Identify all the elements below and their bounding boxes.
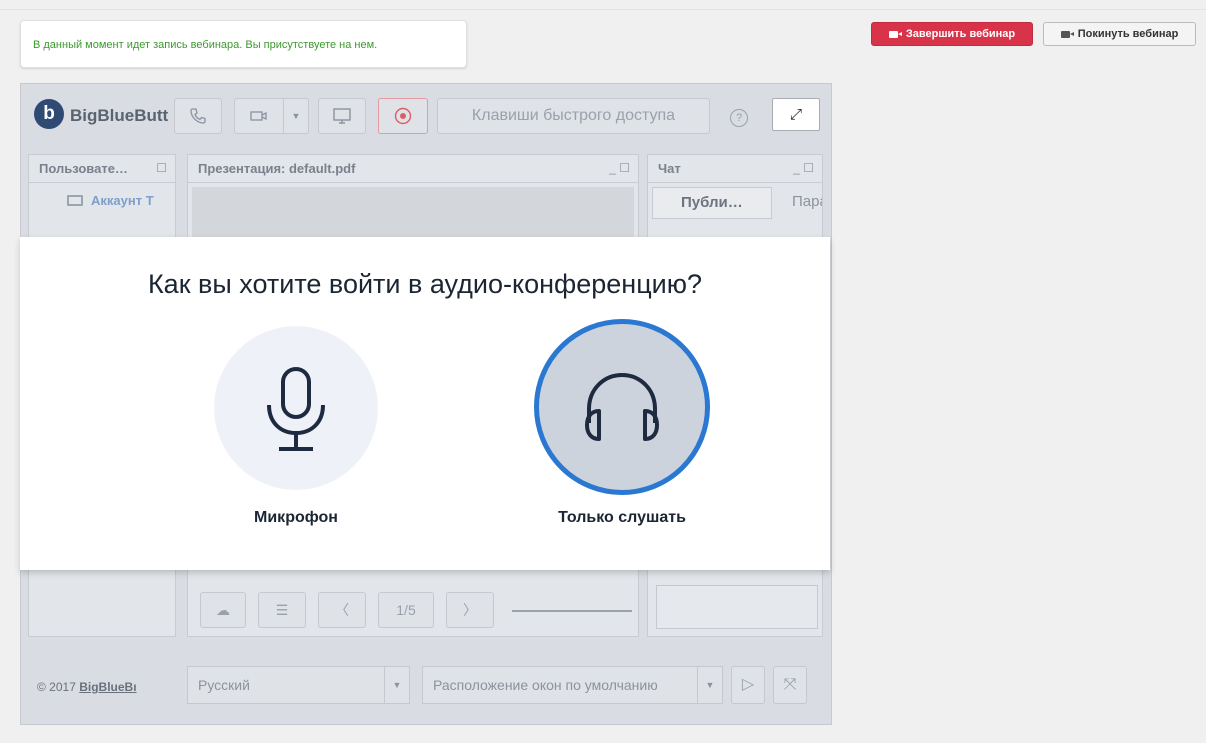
window-controls-icon[interactable]: _ ☐ bbox=[609, 155, 630, 182]
users-panel-header: Пользовате… ☐ bbox=[29, 155, 175, 183]
recording-notice: В данный момент идет запись вебинара. Вы… bbox=[20, 20, 467, 68]
chat-tabs: Публи… Пара bbox=[652, 187, 822, 219]
next-slide-button[interactable]: 〉 bbox=[446, 592, 494, 628]
audio-join-modal: Как вы хотите войти в аудио-конференцию?… bbox=[20, 237, 830, 570]
presentation-title: Презентация: default.pdf bbox=[198, 161, 356, 176]
window-controls-icon[interactable]: ☐ bbox=[156, 155, 167, 182]
user-name: Аккаунт Т bbox=[91, 193, 154, 208]
tab-public-chat[interactable]: Публи… bbox=[652, 187, 772, 219]
send-icon: ▷ bbox=[741, 676, 755, 693]
leave-webinar-label: Покинуть вебинар bbox=[1077, 28, 1179, 40]
chat-title: Чат bbox=[658, 161, 681, 176]
zoom-slider[interactable] bbox=[512, 610, 632, 612]
camera-icon bbox=[888, 30, 902, 38]
layout-select[interactable]: Расположение окон по умолчанию bbox=[422, 666, 698, 704]
chevron-down-icon[interactable]: ▼ bbox=[384, 666, 410, 704]
previous-slide-button[interactable]: 〈 bbox=[318, 592, 366, 628]
chevron-right-icon: 〉 bbox=[463, 602, 477, 618]
screen-share-icon bbox=[333, 108, 351, 124]
listen-only-option-button[interactable] bbox=[534, 319, 710, 495]
user-list-item[interactable]: Аккаунт Т bbox=[67, 193, 154, 208]
leave-webinar-button[interactable]: Покинуть вебинар bbox=[1043, 22, 1196, 46]
phone-icon bbox=[190, 108, 206, 124]
language-select[interactable]: Русский bbox=[187, 666, 385, 704]
dropdown-icon: ▼ bbox=[291, 111, 301, 121]
upload-icon: ☁ bbox=[216, 601, 230, 618]
chat-panel-header: Чат _ ☐ bbox=[648, 155, 822, 183]
top-divider bbox=[0, 9, 1206, 10]
record-icon bbox=[394, 107, 412, 125]
listen-only-option-label[interactable]: Только слушать bbox=[532, 509, 712, 527]
copyright: © 2017 BigBlueBı bbox=[37, 680, 177, 694]
camera-button[interactable] bbox=[234, 98, 284, 134]
screen-share-button[interactable] bbox=[318, 98, 366, 134]
record-button[interactable] bbox=[378, 98, 428, 134]
shortcut-keys-button[interactable]: Клавиши быстрого доступа bbox=[437, 98, 710, 134]
send-button[interactable]: ▷ bbox=[731, 666, 765, 704]
client-toolbar: b BigBlueButt ▼ Клавиши быстрого доступа… bbox=[21, 84, 831, 150]
upload-button[interactable]: ☁ bbox=[200, 592, 246, 628]
modal-title: Как вы хотите войти в аудио-конференцию? bbox=[147, 269, 703, 299]
users-panel-title: Пользовате… bbox=[39, 161, 128, 176]
end-webinar-button[interactable]: Завершить вебинар bbox=[871, 22, 1033, 46]
tab-options[interactable]: Пара bbox=[772, 187, 822, 219]
presentation-panel-header: Презентация: default.pdf _ ☐ bbox=[188, 155, 638, 183]
fullscreen-button[interactable]: ⤢ bbox=[772, 98, 820, 131]
bbb-logo-text: BigBlueButt bbox=[70, 106, 169, 125]
monitor-icon bbox=[67, 195, 83, 206]
chevron-down-icon[interactable]: ▼ bbox=[697, 666, 723, 704]
camera-icon bbox=[1060, 30, 1074, 38]
copyright-text: © 2017 bbox=[37, 680, 76, 694]
expand-icon: ⤧ bbox=[783, 676, 797, 693]
chat-input[interactable] bbox=[656, 585, 818, 629]
help-icon[interactable]: ? bbox=[730, 109, 748, 127]
camera-dropdown-button[interactable]: ▼ bbox=[283, 98, 309, 134]
microphone-icon bbox=[267, 367, 325, 451]
bbb-logo-icon: b bbox=[34, 99, 64, 129]
phone-button[interactable] bbox=[174, 98, 222, 134]
headphones-icon bbox=[585, 372, 659, 441]
window-controls-icon[interactable]: _ ☐ bbox=[793, 155, 814, 182]
microphone-option-button[interactable] bbox=[214, 326, 378, 490]
thumbnails-button[interactable]: ☰ bbox=[258, 592, 306, 628]
camera-icon bbox=[250, 111, 267, 121]
list-icon: ☰ bbox=[275, 601, 289, 618]
copyright-link[interactable]: BigBlueBı bbox=[79, 680, 136, 694]
end-webinar-label: Завершить вебинар bbox=[905, 28, 1016, 40]
fullscreen-icon: ⤢ bbox=[789, 106, 802, 123]
microphone-option-label[interactable]: Микрофон bbox=[216, 509, 376, 527]
expand-button[interactable]: ⤧ bbox=[773, 666, 807, 704]
page-indicator[interactable]: 1/5 bbox=[378, 592, 434, 628]
chevron-left-icon: 〈 bbox=[335, 602, 349, 618]
